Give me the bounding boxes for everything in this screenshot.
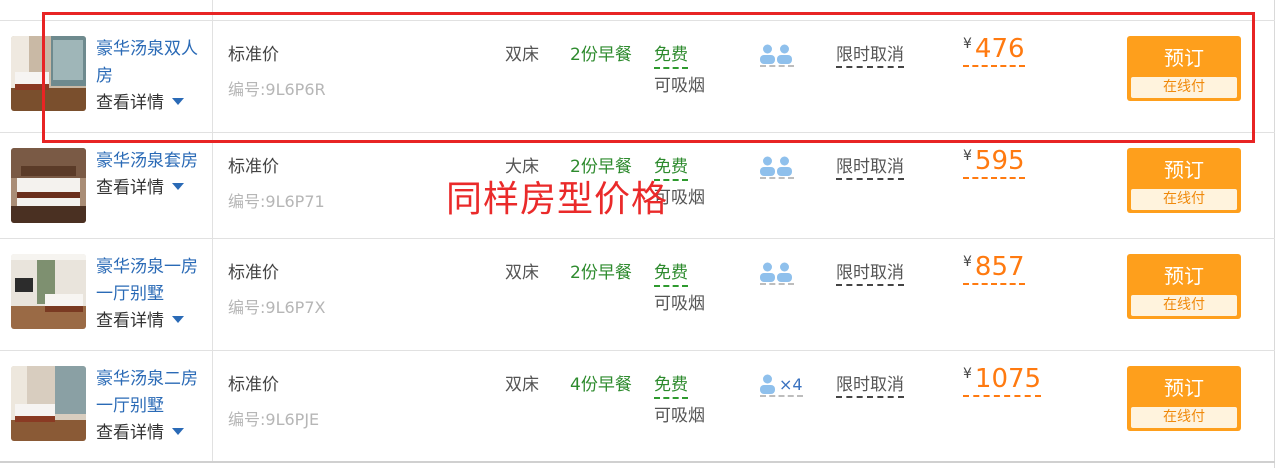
book-button[interactable]: 预订 在线付 [1127, 148, 1241, 213]
rate-type: 标准价 [228, 375, 279, 395]
max-guests-indicator[interactable] [760, 256, 794, 285]
room-name-link[interactable]: 豪华汤泉二房一厅别墅 [96, 366, 208, 420]
book-button-label: 预订 [1164, 376, 1204, 400]
book-button[interactable]: 预订 在线付 [1127, 254, 1241, 319]
annotation-text: 同样房型价格 [446, 179, 669, 220]
pay-online-label: 在线付 [1131, 407, 1237, 428]
currency-symbol: ¥ [963, 148, 972, 164]
view-details-label: 查看详情 [96, 178, 164, 198]
chevron-down-icon [172, 183, 184, 190]
room-name-link[interactable]: 豪华汤泉一房一厅别墅 [96, 254, 208, 308]
breakfast-info: 2份早餐 [570, 263, 632, 283]
smoking-info: 可吸烟 [654, 294, 705, 314]
book-button-label: 预订 [1164, 158, 1204, 182]
max-guests-indicator[interactable]: ×4 [760, 368, 803, 397]
person-icon [760, 156, 775, 176]
view-details-label: 查看详情 [96, 423, 164, 443]
smoking-info: 可吸烟 [654, 406, 705, 426]
price-amount: 857 [974, 252, 1025, 282]
currency-symbol: ¥ [963, 254, 972, 270]
rate-code: 编号:9L6PJE [228, 410, 320, 429]
wifi-free-badge[interactable]: 免费 [654, 370, 688, 399]
rate-type: 标准价 [228, 263, 279, 283]
price-amount: 1075 [974, 364, 1042, 394]
book-button[interactable]: 预订 在线付 [1127, 366, 1241, 431]
view-details-link[interactable]: 查看详情 [96, 311, 184, 331]
person-icon [760, 374, 775, 394]
row-divider [0, 350, 1275, 351]
cancel-policy[interactable]: 限时取消 [836, 370, 904, 398]
view-details-link[interactable]: 查看详情 [96, 423, 184, 443]
bed-type: 双床 [505, 263, 539, 283]
price: ¥1075 [963, 364, 1042, 397]
wifi-free-badge[interactable]: 免费 [654, 258, 688, 287]
view-details-link[interactable]: 查看详情 [96, 178, 184, 198]
chevron-down-icon [172, 428, 184, 435]
highlight-box [42, 12, 1255, 143]
pay-online-label: 在线付 [1131, 295, 1237, 316]
cancel-policy[interactable]: 限时取消 [836, 152, 904, 180]
table-bottom-border [0, 461, 1275, 463]
room-thumbnail[interactable] [11, 254, 86, 329]
book-button-label: 预订 [1164, 264, 1204, 288]
room-thumbnail[interactable] [11, 366, 86, 441]
rate-type: 标准价 [228, 157, 279, 177]
cancel-policy[interactable]: 限时取消 [836, 258, 904, 286]
max-guests-indicator[interactable] [760, 150, 794, 179]
person-icon [777, 156, 792, 176]
breakfast-info: 4份早餐 [570, 375, 632, 395]
bed-type: 双床 [505, 375, 539, 395]
rate-code: 编号:9L6P71 [228, 192, 325, 211]
person-icon [777, 262, 792, 282]
price-amount: 595 [974, 146, 1025, 176]
currency-symbol: ¥ [963, 366, 972, 382]
view-details-label: 查看详情 [96, 311, 164, 331]
person-icon [760, 262, 775, 282]
room-thumbnail[interactable] [11, 148, 86, 223]
rate-code: 编号:9L6P7X [228, 298, 326, 317]
guest-count: ×4 [779, 375, 803, 394]
chevron-down-icon [172, 316, 184, 323]
room-name-link[interactable]: 豪华汤泉套房 [96, 148, 208, 175]
pay-online-label: 在线付 [1131, 189, 1237, 210]
row-divider [0, 238, 1275, 239]
price: ¥857 [963, 252, 1025, 285]
price: ¥595 [963, 146, 1025, 179]
